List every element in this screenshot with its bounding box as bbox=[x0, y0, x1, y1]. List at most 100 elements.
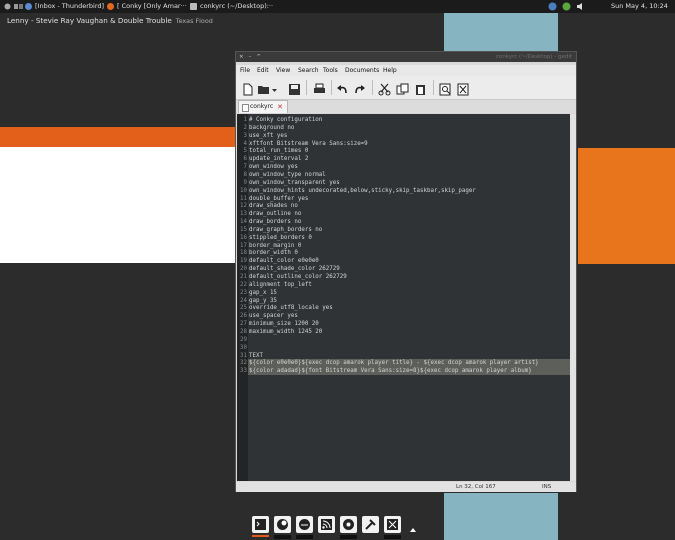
undo-icon[interactable] bbox=[336, 81, 349, 94]
line-number: 27 bbox=[240, 321, 247, 328]
replace-icon[interactable] bbox=[457, 81, 470, 96]
terminal-icon[interactable] bbox=[252, 516, 269, 533]
line-number: 18 bbox=[240, 250, 247, 257]
maximize-icon[interactable]: ^ bbox=[256, 54, 261, 60]
dock-running-indicator bbox=[384, 535, 401, 539]
menu-icon[interactable] bbox=[4, 0, 11, 13]
statusbar: Ln 32, Col 167 INS bbox=[236, 482, 576, 492]
line-number: 11 bbox=[240, 195, 247, 202]
menu-file[interactable]: File bbox=[240, 65, 250, 76]
volume-icon[interactable] bbox=[576, 0, 585, 13]
firefox-icon bbox=[107, 2, 114, 10]
clock[interactable]: Sun May 4, 10:24 bbox=[611, 0, 668, 13]
code-line: gap_x 15 bbox=[249, 289, 277, 296]
tab-conkyrc[interactable]: conkyrc ✕ bbox=[238, 100, 288, 113]
task-gedit[interactable]: conkyrc (~/Desktop):·· bbox=[190, 0, 273, 13]
code-line: use_spacer yes bbox=[249, 313, 298, 320]
taskbar-group-icon[interactable] bbox=[14, 0, 23, 13]
save-icon[interactable] bbox=[288, 81, 301, 95]
cut-icon[interactable] bbox=[378, 81, 391, 96]
thunderbird-icon[interactable] bbox=[296, 516, 313, 533]
menu-view[interactable]: View bbox=[276, 65, 290, 76]
window-titlebar[interactable]: × – ^ conkyrc (~/Desktop) - gedit bbox=[236, 52, 576, 62]
code-line: default_outline_color 262729 bbox=[249, 274, 347, 280]
code-line: alignment top_left bbox=[249, 281, 312, 288]
line-number-gutter: 1 2 3 4 5 6 7 8 9 10 11 12 13 14 15 16 17 18 19 20 21 22 23 24 2… bbox=[237, 114, 248, 481]
menu-documents[interactable]: Documents bbox=[345, 65, 379, 76]
code-line: draw_borders no bbox=[249, 219, 302, 226]
toolbar bbox=[236, 76, 576, 100]
line-number: 5 bbox=[243, 148, 248, 155]
code-line: draw_outline no bbox=[249, 211, 302, 218]
tab-label: conkyrc bbox=[250, 103, 274, 110]
update-icon[interactable] bbox=[562, 0, 571, 13]
code-line: default_shade_color 262729 bbox=[249, 266, 340, 273]
line-number: 15 bbox=[240, 226, 247, 233]
top-panel: [Inbox - Thunderbird] [ Conky [Only Amar… bbox=[0, 0, 675, 13]
task-conky[interactable]: [ Conky [Only Amar··· bbox=[107, 0, 187, 13]
close-icon[interactable]: × bbox=[239, 54, 244, 60]
line-number: 31 bbox=[240, 352, 247, 359]
line-number: 10 bbox=[240, 187, 247, 194]
menu-tools[interactable]: Tools bbox=[323, 65, 338, 76]
dock-running-indicator bbox=[296, 535, 313, 539]
line-number: 19 bbox=[240, 258, 247, 265]
line-number: 8 bbox=[243, 171, 248, 178]
tools-icon[interactable] bbox=[362, 516, 379, 533]
line-number: 9 bbox=[243, 179, 248, 186]
line-number: 28 bbox=[240, 328, 247, 335]
vertical-scrollbar[interactable] bbox=[570, 114, 576, 481]
text-editor[interactable]: 1 2 3 4 5 6 7 8 9 10 11 12 13 14 15 16 17 18 19 20 21 22 23 24 2… bbox=[237, 114, 576, 481]
code-line: maximum_width 1245 20 bbox=[249, 328, 323, 335]
rss-icon[interactable] bbox=[318, 516, 335, 533]
line-number: 1 bbox=[243, 117, 248, 123]
paste-icon[interactable] bbox=[414, 81, 427, 95]
line-number: 30 bbox=[240, 344, 247, 351]
open-dropdown-icon[interactable] bbox=[272, 81, 278, 94]
settings-icon[interactable] bbox=[384, 516, 401, 533]
menubar: File Edit View Search Tools Documents He… bbox=[236, 65, 576, 76]
wallpaper-white-band bbox=[0, 147, 236, 263]
line-number: 12 bbox=[240, 203, 247, 210]
menu-search[interactable]: Search bbox=[298, 65, 319, 76]
copy-icon[interactable] bbox=[396, 81, 409, 95]
code-line: TEXT bbox=[249, 352, 263, 359]
code-line: own_window_type normal bbox=[249, 171, 326, 178]
line-number: 23 bbox=[240, 289, 247, 296]
menu-edit[interactable]: Edit bbox=[257, 65, 269, 76]
line-number: 32 bbox=[240, 360, 247, 367]
print-icon[interactable] bbox=[313, 81, 326, 94]
redo-icon[interactable] bbox=[353, 81, 366, 94]
code-line: use_xft yes bbox=[249, 132, 288, 139]
line-number: 17 bbox=[240, 242, 247, 249]
wallpaper-orange-stripe bbox=[0, 127, 236, 147]
dock-running-indicator bbox=[340, 535, 357, 539]
code-line: xftfont Bitstream Vera Sans:size=9 bbox=[249, 140, 368, 147]
line-number: 14 bbox=[240, 219, 247, 226]
toolbar-separator bbox=[331, 80, 332, 95]
amarok-icon[interactable] bbox=[340, 516, 357, 533]
line-number: 6 bbox=[243, 156, 248, 163]
minimize-icon[interactable]: – bbox=[249, 54, 252, 60]
code-line: minimum_size 1200 20 bbox=[249, 321, 319, 328]
menu-help[interactable]: Help bbox=[383, 65, 397, 76]
firefox-icon[interactable] bbox=[274, 516, 291, 533]
line-number: 13 bbox=[240, 211, 247, 218]
find-icon[interactable] bbox=[439, 81, 452, 96]
window-title: conkyrc (~/Desktop) - gedit bbox=[496, 54, 572, 60]
network-icon[interactable] bbox=[548, 0, 557, 13]
open-icon[interactable] bbox=[257, 81, 270, 94]
line-number: 21 bbox=[240, 274, 247, 280]
new-icon[interactable] bbox=[241, 81, 254, 96]
tab-close-icon[interactable]: ✕ bbox=[277, 101, 283, 113]
task-thunderbird[interactable]: [Inbox - Thunderbird] bbox=[25, 0, 104, 13]
line-number: 3 bbox=[243, 132, 248, 139]
line-number: 29 bbox=[240, 336, 247, 343]
line-number: 20 bbox=[240, 266, 247, 273]
dock-arrow-icon[interactable] bbox=[410, 528, 416, 532]
dock-running-indicator bbox=[252, 535, 269, 537]
code-line: total_run_times 0 bbox=[249, 148, 309, 155]
code-line: stippled_borders 0 bbox=[249, 234, 312, 241]
code-line: # Conky configuration bbox=[249, 117, 323, 123]
code-line: ${color adadad}${font Bitstream Vera San… bbox=[249, 368, 532, 375]
